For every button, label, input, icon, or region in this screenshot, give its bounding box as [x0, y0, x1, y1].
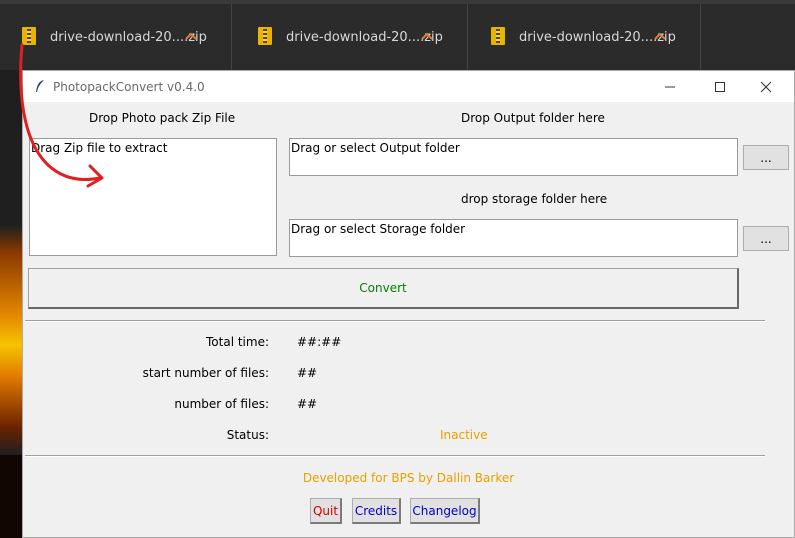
- download-item[interactable]: drive-download-20....zip: [0, 4, 232, 70]
- chevron-up-icon[interactable]: [420, 31, 434, 41]
- start-files-label: start number of files:: [142, 366, 269, 380]
- zip-drop-text: Drag Zip file to extract: [31, 141, 168, 155]
- browse-storage-button[interactable]: ...: [743, 226, 789, 251]
- chevron-up-icon[interactable]: [184, 31, 198, 41]
- files-value: ##: [297, 397, 318, 411]
- title-bar[interactable]: PhotopackConvert v0.4.0: [23, 71, 794, 102]
- credits-button[interactable]: Credits: [352, 498, 401, 524]
- quit-button[interactable]: Quit: [310, 498, 342, 524]
- developer-credit: Developed for BPS by Dallin Barker: [302, 471, 515, 485]
- changelog-button[interactable]: Changelog: [410, 498, 480, 524]
- maximize-icon: [715, 81, 725, 92]
- storage-drop-heading: drop storage folder here: [461, 192, 608, 206]
- convert-button[interactable]: Convert: [28, 268, 739, 309]
- status-value: Inactive: [440, 428, 488, 442]
- chevron-up-icon[interactable]: [653, 31, 667, 41]
- zip-drop-heading: Drop Photo pack Zip File: [89, 111, 236, 125]
- app-window: PhotopackConvert v0.4.0 Drop Photo pack …: [22, 70, 795, 538]
- window-title: PhotopackConvert v0.4.0: [53, 80, 205, 94]
- download-bar: drive-download-20....zip drive-download-…: [0, 0, 795, 70]
- download-item[interactable]: drive-download-20....zip: [236, 4, 468, 70]
- minimize-icon: [665, 86, 675, 87]
- download-item[interactable]: drive-download-20....zip: [469, 4, 701, 70]
- total-time-value: ##:##: [297, 335, 342, 349]
- storage-folder-text: Drag or select Storage folder: [291, 222, 466, 236]
- start-files-value: ##: [297, 366, 318, 380]
- output-folder-field[interactable]: Drag or select Output folder: [289, 138, 738, 176]
- storage-folder-field[interactable]: Drag or select Storage folder: [289, 219, 738, 257]
- total-time-label: Total time:: [206, 335, 269, 349]
- output-folder-text: Drag or select Output folder: [291, 141, 460, 155]
- maximize-button[interactable]: [697, 71, 743, 102]
- zip-file-icon: [258, 27, 272, 45]
- minimize-button[interactable]: [647, 71, 693, 102]
- status-label: Status:: [226, 428, 269, 442]
- output-drop-heading: Drop Output folder here: [461, 111, 605, 125]
- zip-file-icon: [22, 27, 36, 45]
- zip-file-icon: [491, 27, 505, 45]
- browse-output-button[interactable]: ...: [743, 145, 789, 170]
- close-button[interactable]: [743, 71, 789, 102]
- files-label: number of files:: [174, 397, 269, 411]
- divider: [25, 320, 765, 322]
- close-icon: [760, 81, 772, 92]
- feather-icon: [36, 80, 44, 92]
- divider: [25, 455, 765, 457]
- zip-drop-area[interactable]: Drag Zip file to extract: [29, 138, 277, 256]
